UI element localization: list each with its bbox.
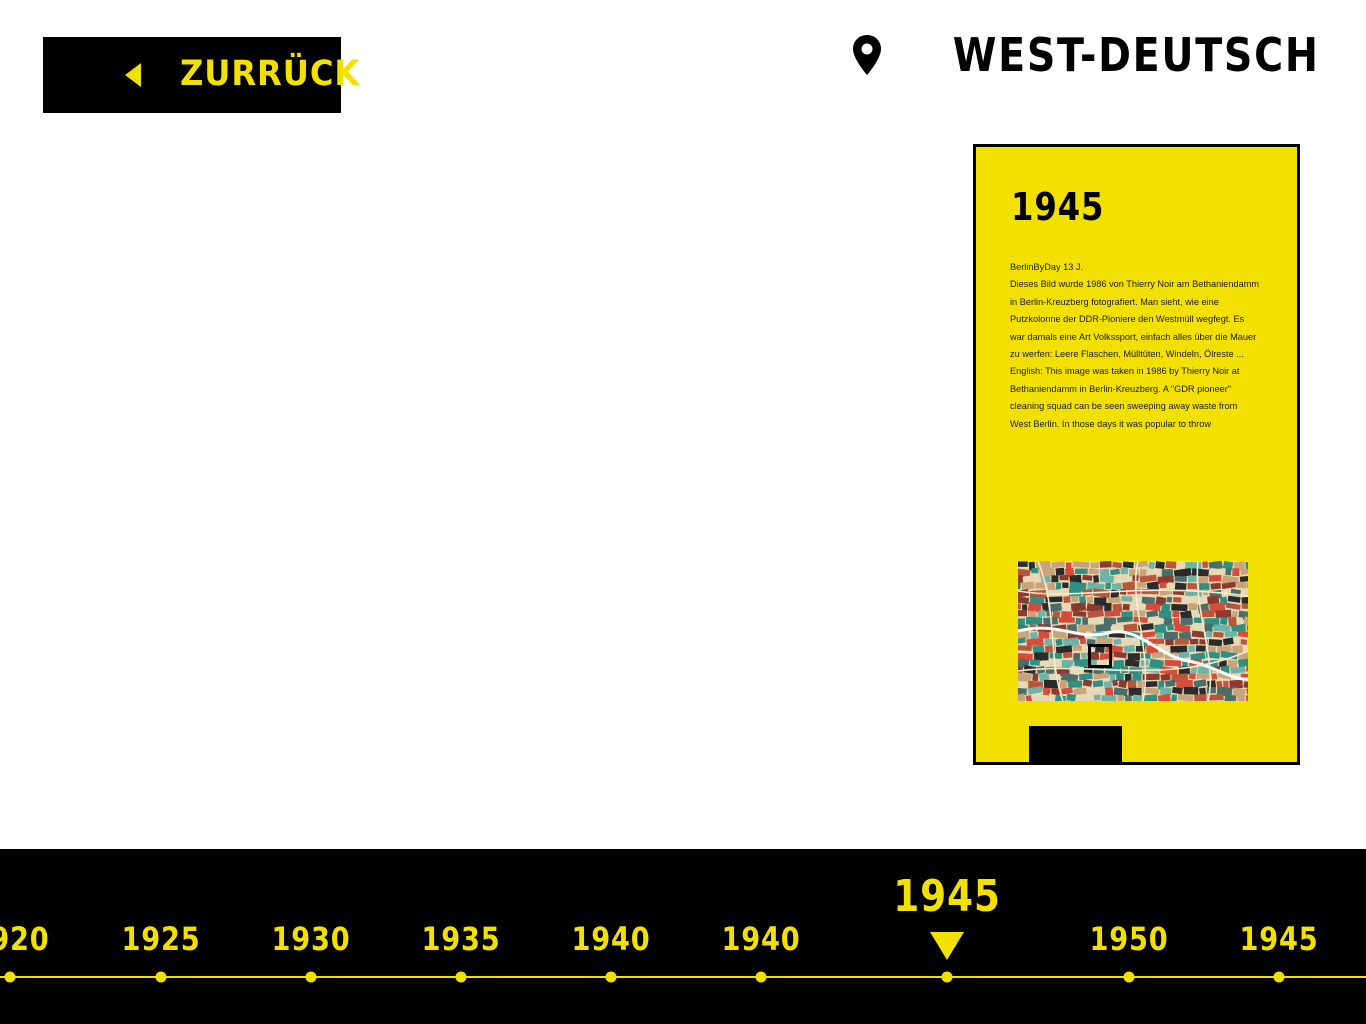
timeline-current-year: 1945 [893, 871, 1001, 922]
city-map-thumbnail[interactable] [1018, 561, 1248, 701]
timeline-year-label[interactable]: 1940 [721, 921, 800, 957]
timeline-dot[interactable] [755, 971, 767, 983]
timeline-current-dot[interactable] [941, 971, 953, 983]
current-position-triangle-icon [930, 932, 964, 960]
timeline-dot[interactable] [455, 971, 467, 983]
timeline-year-label[interactable]: 1925 [121, 921, 200, 957]
location-label: WEST-DEUTSCH [953, 28, 1320, 82]
timeline-year-label[interactable]: 1930 [271, 921, 350, 957]
chevron-left-icon [125, 63, 141, 87]
timeline-year-label[interactable]: 1950 [1089, 921, 1168, 957]
card-year: 1945 [1011, 185, 1105, 229]
back-button-label: ZURRÜCK [180, 54, 361, 94]
timeline-year-label[interactable]: 1940 [571, 921, 650, 957]
description-line: English: This image was taken in 1986 by… [1010, 366, 1240, 429]
location-header: WEST-DEUTSCH [853, 30, 1320, 80]
map-pin-icon [853, 35, 882, 75]
timeline-axis [0, 976, 1366, 978]
timeline-year-label[interactable]: 1920 [0, 921, 50, 957]
timeline-dot[interactable] [605, 971, 617, 983]
info-card: 1945 BerlinByDay 13 J. Dieses Bild wurde… [973, 144, 1300, 765]
timeline[interactable]: 1920 1925 1930 1935 1940 1940 1950 1945 1945 [0, 849, 1366, 1024]
description-line: BerlinByDay 13 J. [1010, 262, 1084, 272]
card-description: BerlinByDay 13 J. Dieses Bild wurde 1986… [1010, 259, 1260, 433]
description-line: Dieses Bild wurde 1986 von Thierry Noir … [1010, 279, 1260, 360]
timeline-dot[interactable] [1123, 971, 1135, 983]
timeline-dot[interactable] [155, 971, 167, 983]
back-button[interactable]: ZURRÜCK [43, 37, 359, 113]
timeline-dot[interactable] [1273, 971, 1285, 983]
timeline-year-label[interactable]: 1945 [1239, 921, 1318, 957]
timeline-year-label[interactable]: 1935 [421, 921, 500, 957]
timeline-dot[interactable] [4, 971, 16, 983]
card-action-tab[interactable] [1029, 726, 1122, 762]
map-location-marker [1088, 644, 1112, 668]
timeline-dot[interactable] [305, 971, 317, 983]
